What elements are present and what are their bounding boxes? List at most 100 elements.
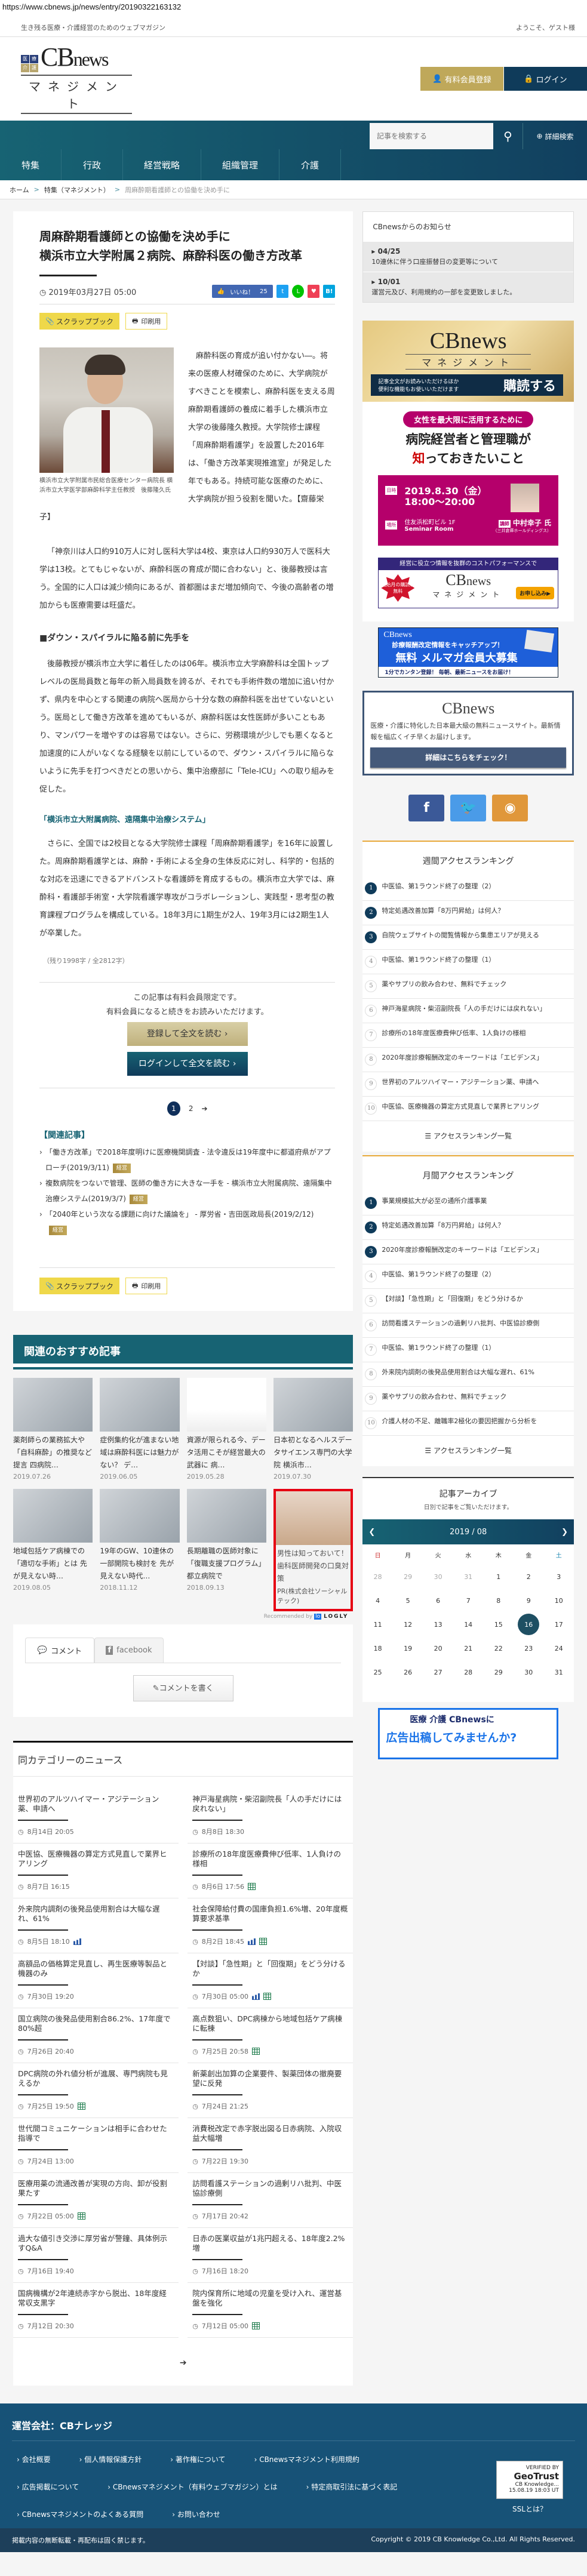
address-bar[interactable]: https://www.cbnews.jp/news/entry/2019032… <box>0 0 587 18</box>
advanced-search-button[interactable]: ⊕ 詳細検索 <box>523 123 587 149</box>
ranking-item[interactable]: 5 薬やサプリの飲み合わせ、無料でチェック <box>362 974 574 999</box>
ranking-item[interactable]: 4 中医協、第1ラウンド終了の整理（2） <box>362 1264 574 1289</box>
news-item[interactable]: 中医協、医療機器の算定方式見直しで業界ヒアリング ◷ 8月7日 16:15 <box>13 1843 179 1898</box>
calendar-day[interactable]: 20 <box>423 1636 453 1660</box>
tab-facebook[interactable]: f facebook <box>94 1638 164 1663</box>
next-month-chevron-icon[interactable]: ❯ <box>561 1528 568 1537</box>
calendar-day[interactable]: 2 <box>514 1565 544 1589</box>
ranking-item[interactable]: 6 訪問看護ステーションの過剰リハ批判、中医協診療側 <box>362 1313 574 1338</box>
news-item[interactable]: 外来院内調剤の後発品使用割合は大幅な遅れ、61% ◷ 8月5日 18:10 <box>13 1898 179 1953</box>
calendar-day[interactable]: 30 <box>514 1660 544 1684</box>
footer-link[interactable]: 個人情報保護方針 <box>79 2454 142 2464</box>
news-item[interactable]: 診療所の18年度医療費伸び低率、1人負けの様相 ◷ 8月6日 17:56 <box>188 1843 354 1898</box>
footer-link[interactable]: 著作権について <box>170 2454 226 2464</box>
calendar-day[interactable]: 31 <box>543 1660 574 1684</box>
news-item[interactable]: 神戸海星病院・柴沼副院長「人の手だけには戻れない」 ◷ 8月8日 18:30 <box>188 1789 354 1843</box>
ranking-item[interactable]: 1 中医協、第1ラウンド終了の整理（2） <box>362 876 574 901</box>
calendar-day[interactable]: 28 <box>362 1565 393 1589</box>
footer-link[interactable]: CBnewsマネジメントのよくある質問 <box>17 2509 144 2519</box>
rss-icon[interactable]: ◉ <box>492 795 528 821</box>
calendar-day[interactable]: 10 <box>543 1589 574 1612</box>
footer-link[interactable]: CBnewsマネジメント利用規約 <box>254 2454 359 2464</box>
ranking-item[interactable]: 2 特定処遇改善加算「8万円昇給」は何人？ <box>362 901 574 925</box>
nav-item-feature[interactable]: 特集 <box>0 149 62 180</box>
news-item[interactable]: 日赤の医業収益が1兆円超える、18年度2.2%増 ◷ 7月16日 18:20 <box>188 2228 354 2283</box>
calendar-day[interactable]: 22 <box>483 1636 514 1660</box>
notice-item[interactable]: ▸ 10/01 運営元及び、利用規約の一部を変更致しました。 <box>363 272 573 302</box>
news-item[interactable]: DPC病院の外れ値分析が進展、専門病院も見えるか ◷ 7月25日 19:50 <box>13 2063 179 2118</box>
calendar-day[interactable]: 28 <box>453 1660 484 1684</box>
site-logo[interactable]: 医 療 介 護 CBnews マネジメント <box>21 44 132 114</box>
ranking-item[interactable]: 8 外来院内調剤の後発品使用割合は大幅な遅れ、61% <box>362 1362 574 1387</box>
ssl-seal[interactable]: VERIFIED BY GeoTrust CB Knowledge... 15.08.… <box>496 2461 563 2514</box>
news-item[interactable]: 新薬創出加算の企業要件、製薬団体の撤廃要望に反発 ◷ 7月24日 21:25 <box>188 2063 354 2118</box>
recommended-card[interactable]: 薬剤師らの業務拡大や「自科麻酔」の推奨など提言 四病院… 2019.07.26 <box>13 1378 93 1481</box>
calendar-day[interactable]: 6 <box>423 1589 453 1612</box>
calendar-day[interactable]: 30 <box>423 1565 453 1589</box>
recommended-card[interactable]: 資源が限られる今、データ活用こそが経営最大の武器に 病… 2019.05.28 <box>186 1378 267 1481</box>
calendar-day[interactable]: 8 <box>483 1589 514 1612</box>
ranking-item[interactable]: 3 自院ウェブサイトの閲覧情報から集患エリアが見える <box>362 925 574 950</box>
ranking-item[interactable]: 7 診療所の18年度医療費伸び低率、1人負けの様相 <box>362 1023 574 1048</box>
recommended-card[interactable]: 長期離職の医師対象に「復職支援プログラム」 都立病院で 2018.09.13 <box>186 1489 267 1611</box>
calendar-day[interactable]: 25 <box>362 1660 393 1684</box>
news-item[interactable]: 【対談】「急性期」と「回復期」をどう分けるか ◷ 7月30日 05:00 <box>188 1953 354 2008</box>
footer-link[interactable]: 特定商取引法に基づく表記 <box>306 2482 397 2492</box>
recommended-card[interactable]: 地域包括ケア病棟での「適切な手術」とは 先が見えない時… 2019.08.05 <box>13 1489 93 1611</box>
login-button[interactable]: 🔒 ログイン <box>504 67 587 91</box>
nav-item-strategy[interactable]: 経営戦略 <box>123 149 202 180</box>
write-comment-button[interactable]: ✎コメントを書く <box>133 1675 233 1701</box>
news-item[interactable]: 世代間コミュニケーションは相手に合わせた指導で ◷ 7月24日 13:00 <box>13 2118 179 2173</box>
calendar-day-selected[interactable]: 16 <box>514 1612 544 1636</box>
print-button[interactable]: 🖶 印刷用 <box>125 313 168 330</box>
calendar-day[interactable]: 5 <box>393 1589 423 1612</box>
calendar-day[interactable]: 7 <box>453 1589 484 1612</box>
news-item[interactable]: 社会保障給付費の国庫負担1.6%増、20年度概算要求基準 ◷ 8月2日 18:45 <box>188 1898 354 1953</box>
calendar-day[interactable]: 11 <box>362 1612 393 1636</box>
scrapbook-button[interactable]: 📎 スクラップブック <box>39 1278 119 1294</box>
inline-related-link[interactable]: 「横浜市立大附属病院、遠隔集中治療システム」 <box>39 813 335 824</box>
newsletter-ad[interactable]: CBnews 診療報酬改定情報をキャッチアップ！ 無料 メルマガ会員大募集 1分… <box>378 627 558 678</box>
ranking-item[interactable]: 5 【対談】「急性期」と「回復期」をどう分けるか <box>362 1289 574 1313</box>
news-item[interactable]: 高額品の価格算定見直し、再生医療等製品と機器のみ ◷ 7月30日 19:20 <box>13 1953 179 2008</box>
calendar-day[interactable]: 21 <box>453 1636 484 1660</box>
calendar-day[interactable]: 19 <box>393 1636 423 1660</box>
tab-comment[interactable]: 💬 コメント <box>25 1638 94 1663</box>
ranking-item[interactable]: 10 中医協、医療機器の算定方式見直しで業界ヒアリング <box>362 1097 574 1121</box>
calendar-day[interactable]: 15 <box>483 1612 514 1636</box>
calendar-day[interactable]: 14 <box>453 1612 484 1636</box>
print-button[interactable]: 🖶 印刷用 <box>125 1278 168 1294</box>
calendar-day[interactable]: 4 <box>362 1589 393 1612</box>
nav-item-organization[interactable]: 組織管理 <box>201 149 280 180</box>
ranking-item[interactable]: 3 2020年度診療報酬改定のキーワードは「エビデンス」 <box>362 1240 574 1264</box>
calendar-day[interactable]: 27 <box>423 1660 453 1684</box>
recommended-card[interactable]: 日本初となるヘルスデータサイエンス専門の大学院 横浜市… 2019.07.30 <box>273 1378 354 1481</box>
news-item[interactable]: 国立病院の後発品使用割合86.2%、17年度で80%超 ◷ 7月26日 20:40 <box>13 2008 179 2063</box>
calendar-day[interactable]: 31 <box>453 1565 484 1589</box>
register-read-button[interactable]: 登録して全文を読む › <box>127 1022 248 1046</box>
news-item[interactable]: 訪問看護ステーションの過剰リハ批判、中医協診療側 ◷ 7月17日 20:42 <box>188 2173 354 2228</box>
calendar-day[interactable]: 1 <box>483 1565 514 1589</box>
calendar-day[interactable]: 17 <box>543 1612 574 1636</box>
calendar-day[interactable]: 23 <box>514 1636 544 1660</box>
advertise-banner[interactable]: 医療 介護 CBnewsに 広告出稿してみませんか? <box>378 1708 558 1759</box>
breadcrumb-home[interactable]: ホーム <box>10 185 29 195</box>
nav-item-administration[interactable]: 行政 <box>62 149 123 180</box>
ranking-item[interactable]: 9 世界初のアルツハイマー・アジテーション薬、申請へ <box>362 1072 574 1097</box>
twitter-share-icon[interactable]: t <box>276 285 289 298</box>
news-item[interactable]: 世界初のアルツハイマー・アジテーション薬、申請へ ◷ 8月14日 20:05 <box>13 1789 179 1843</box>
footer-link[interactable]: お問い合わせ <box>172 2509 220 2519</box>
prev-month-chevron-icon[interactable]: ❮ <box>368 1528 375 1537</box>
calendar-day[interactable]: 29 <box>393 1565 423 1589</box>
scrapbook-button[interactable]: 📎 スクラップブック <box>39 313 119 330</box>
ranking-item[interactable]: 6 神戸海星病院・柴沼副院長「人の手だけには戻れない」 <box>362 999 574 1023</box>
page-2[interactable]: 2 <box>189 1104 193 1113</box>
calendar-day[interactable]: 13 <box>423 1612 453 1636</box>
search-button[interactable]: ⚲ <box>493 123 523 149</box>
calendar-day[interactable]: 24 <box>543 1636 574 1660</box>
hatena-bookmark-icon[interactable]: B! <box>323 285 336 298</box>
footer-link[interactable]: 広告掲載について <box>17 2482 79 2492</box>
calendar-day[interactable]: 26 <box>393 1660 423 1684</box>
calendar-day[interactable]: 29 <box>483 1660 514 1684</box>
ranking-item[interactable]: 2 特定処遇改善加算「8万円昇給」は何人？ <box>362 1215 574 1240</box>
